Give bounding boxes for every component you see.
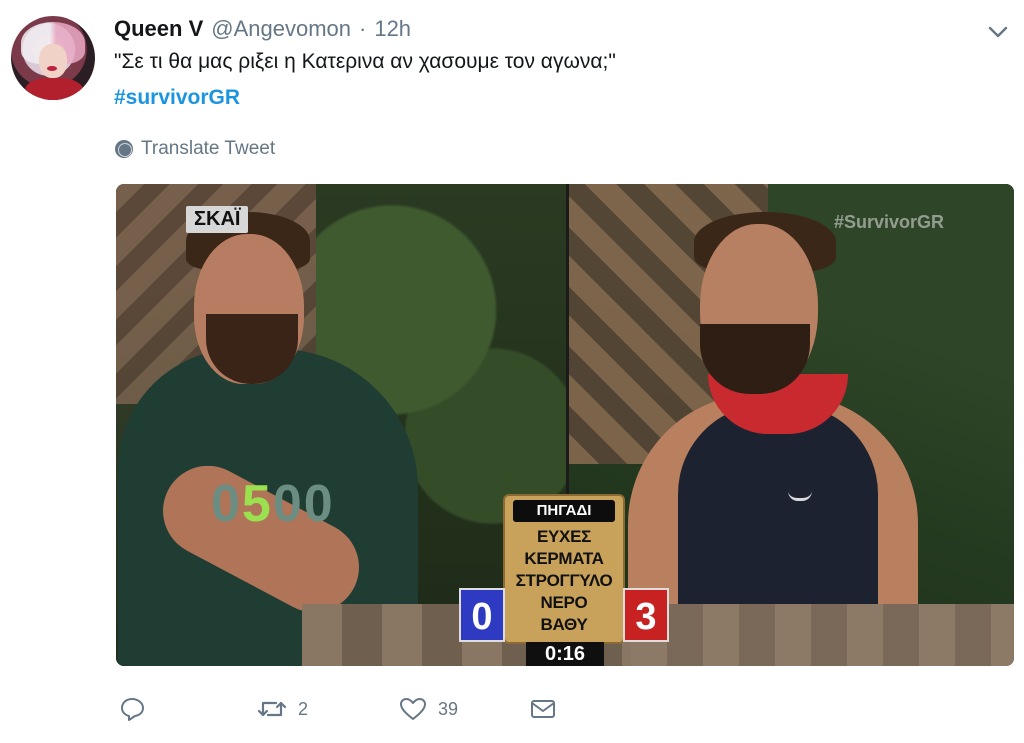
avatar-lips <box>47 66 57 71</box>
separator-dot: · <box>359 16 367 41</box>
heart-icon <box>398 695 428 723</box>
author-name[interactable]: Queen V <box>114 16 203 42</box>
scoreboard-word: ΚΕΡΜΑΤΑ <box>524 549 604 568</box>
scoreboard-word: ΕΥΧΕΣ <box>536 527 592 546</box>
avatar-jacket <box>25 78 83 100</box>
avatar-face <box>39 44 67 78</box>
translate-label: Translate Tweet <box>141 138 276 159</box>
shirt-number-suffix: 00 <box>272 475 335 533</box>
channel-logo: ΣΚΑΪ <box>186 206 249 233</box>
tweet-media-image[interactable]: 0500 ΣΚΑΪ #SurvivorGR ΠΗΓΑΔΙ ΕΥΧΕΣ ΚΕΡΜΑ… <box>116 184 1014 666</box>
score-red: 3 <box>623 588 669 642</box>
tweet-header: Queen V @Angevomon · 12h <box>114 16 411 44</box>
podium-right <box>631 604 1014 666</box>
puma-logo <box>788 484 812 501</box>
scoreboard-word: ΣΤΡΟΓΓΥΛΟ <box>515 571 613 590</box>
scoreboard-title: ΠΗΓΑΔΙ <box>513 500 615 522</box>
author-avatar[interactable] <box>11 16 95 100</box>
globe-icon <box>115 140 133 158</box>
shirt-number: 0500 <box>211 474 335 534</box>
score-blue: 0 <box>459 588 505 642</box>
survivor-watermark: #SurvivorGR <box>833 212 944 232</box>
like-count: 39 <box>438 698 459 719</box>
translate-tweet-link[interactable]: Translate Tweet <box>115 138 275 160</box>
reply-button[interactable] <box>118 695 146 723</box>
scoreboard-word: ΝΕΡΟ <box>540 593 588 612</box>
retweet-icon <box>256 695 288 723</box>
retweet-count: 2 <box>298 698 309 719</box>
scoreboard-word: ΒΑΘΥ <box>540 615 588 634</box>
chevron-down-icon[interactable] <box>986 22 1010 42</box>
shirt-number-highlight: 5 <box>241 475 273 533</box>
hashtag-link[interactable]: #survivorGR <box>114 86 240 110</box>
envelope-icon <box>528 696 558 722</box>
timer: 0:16 <box>526 642 604 666</box>
tweet-actions: 2 39 <box>118 693 558 725</box>
tweet-text: "Σε τι θα μας ριξει η Κατερινα αν χασουμ… <box>114 50 616 73</box>
retweet-button[interactable]: 2 <box>256 695 308 723</box>
author-handle[interactable]: @Angevomon <box>211 16 351 42</box>
like-button[interactable]: 39 <box>398 695 458 723</box>
direct-message-button[interactable] <box>528 696 558 722</box>
tweet-timestamp[interactable]: 12h <box>374 16 411 42</box>
reply-icon <box>118 695 146 723</box>
scoreboard-words: ΕΥΧΕΣ ΚΕΡΜΑΤΑ ΣΤΡΟΓΓΥΛΟ ΝΕΡΟ ΒΑΘΥ <box>508 526 620 636</box>
shirt-number-prefix: 0 <box>211 475 242 533</box>
